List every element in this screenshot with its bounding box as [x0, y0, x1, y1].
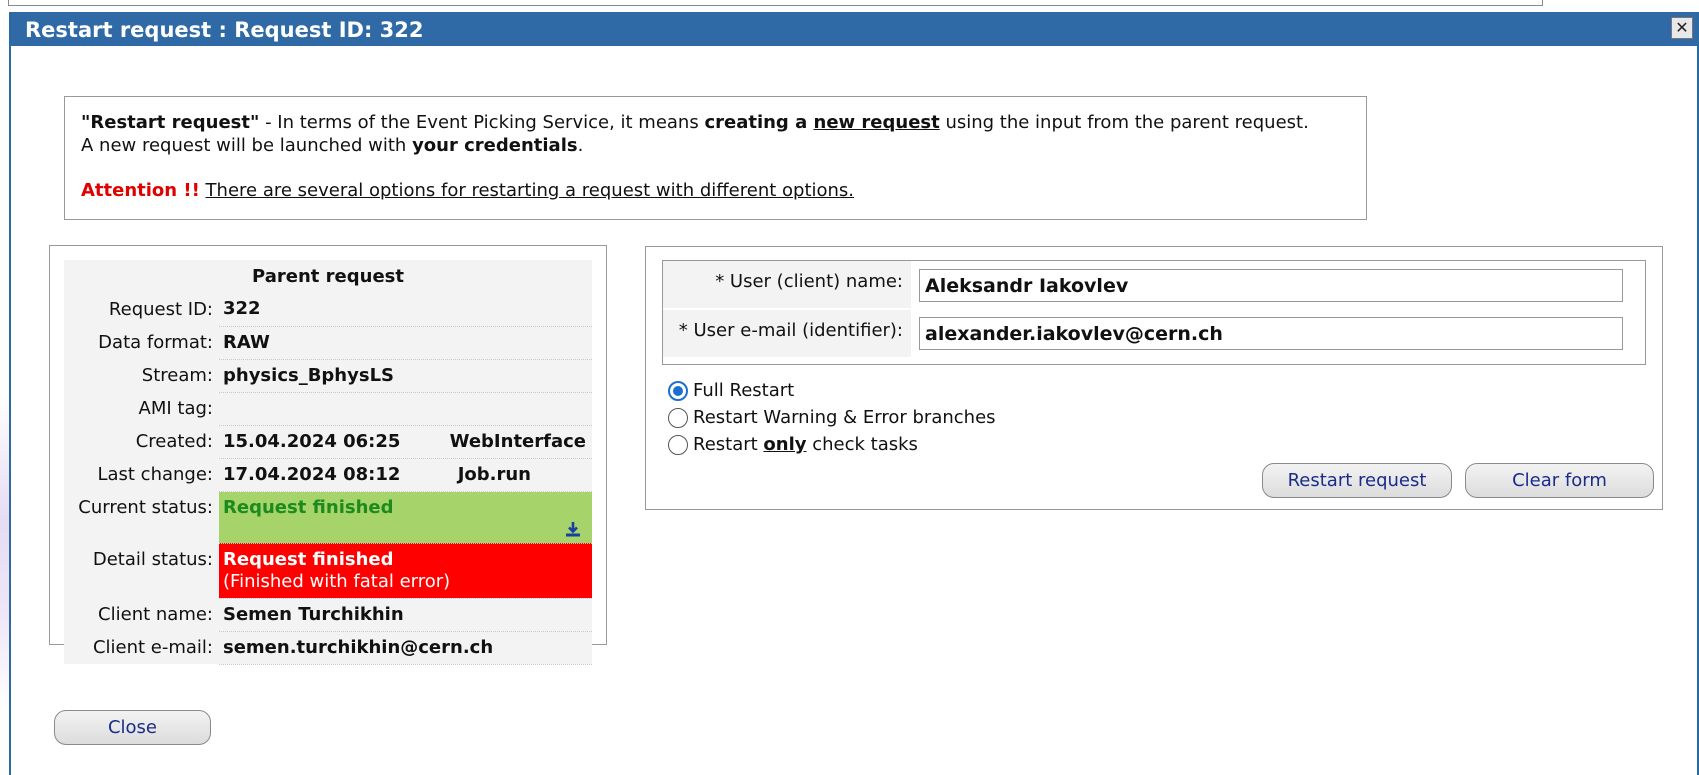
info-new-request: new request: [813, 112, 940, 133]
radio-check-tasks[interactable]: [668, 434, 688, 455]
last-change-label: Last change:: [64, 458, 219, 491]
option-check-tasks[interactable]: Restart only check tasks: [668, 431, 996, 458]
restart-request-button[interactable]: Restart request: [1262, 463, 1452, 498]
download-icon[interactable]: [564, 521, 582, 537]
option-check-c: check tasks: [806, 434, 918, 455]
data-format-value: RAW: [219, 326, 592, 360]
current-status-value: Request finished: [223, 496, 394, 518]
client-email-label: Client e-mail:: [64, 631, 219, 664]
user-email-label: * User e-mail (identifier):: [663, 310, 911, 357]
table-row: Client e-mail: semen.turchikhin@cern.ch: [64, 631, 592, 665]
radio-warning-error[interactable]: [668, 407, 688, 428]
last-change-value: 17.04.2024 08:12: [223, 463, 401, 485]
user-name-label: * User (client) name:: [663, 261, 911, 308]
user-email-input[interactable]: [919, 317, 1623, 350]
data-format-label: Data format:: [64, 326, 219, 359]
info-text-a: - In terms of the Event Picking Service,…: [259, 112, 705, 133]
user-fields-box: * User (client) name: * User e-mail (ide…: [662, 260, 1646, 365]
restart-request-dialog: Restart request : Request ID: 322 ✕ "Res…: [9, 12, 1699, 775]
client-email-value: semen.turchikhin@cern.ch: [219, 631, 592, 665]
table-row: Detail status: Request finished (Finishe…: [64, 543, 592, 599]
current-status-cell: Request finished: [219, 491, 592, 544]
request-id-label: Request ID:: [64, 293, 219, 326]
info-quote: "Restart request": [81, 112, 260, 133]
info-line2-a: A new request will be launched with: [81, 135, 413, 156]
restart-options: Full Restart Restart Warning & Error bra…: [668, 377, 996, 458]
close-button[interactable]: Close: [54, 710, 211, 745]
info-text-b: creating a: [704, 112, 814, 133]
option-check-a: Restart: [693, 434, 764, 455]
table-row: Request ID: 322: [64, 293, 592, 327]
table-row: Client name: Semen Turchikhin: [64, 598, 592, 632]
info-box: "Restart request" - In terms of the Even…: [64, 96, 1367, 220]
background-left-edge: [0, 12, 9, 775]
parent-request-header: Parent request: [64, 260, 592, 293]
table-row: Created: 15.04.2024 06:25 WebInterface: [64, 425, 592, 459]
option-warning-error-label: Restart Warning & Error branches: [693, 407, 996, 428]
ami-tag-value: [219, 392, 592, 426]
parent-request-panel: Parent request Request ID: 322 Data form…: [49, 245, 607, 665]
detail-status-value: Request finished: [223, 548, 394, 570]
info-line-1: "Restart request" - In terms of the Even…: [81, 111, 1350, 134]
user-email-row: * User e-mail (identifier):: [663, 310, 1645, 358]
detail-status-label: Detail status:: [64, 543, 219, 598]
option-full-restart[interactable]: Full Restart: [668, 377, 996, 404]
stream-label: Stream:: [64, 359, 219, 392]
option-check-only: only: [763, 434, 807, 455]
background-input-box: [8, 0, 1543, 6]
request-id-value: 322: [219, 293, 592, 327]
option-warning-error[interactable]: Restart Warning & Error branches: [668, 404, 996, 431]
attention-text: There are several options for restarting…: [205, 180, 855, 201]
restart-form-panel: * User (client) name: * User e-mail (ide…: [645, 246, 1663, 510]
client-name-label: Client name:: [64, 598, 219, 631]
created-cell: 15.04.2024 06:25 WebInterface: [219, 425, 592, 459]
parent-request-table: Parent request Request ID: 322 Data form…: [64, 260, 592, 665]
option-check-tasks-label: Restart only check tasks: [693, 431, 918, 458]
table-row: Last change: 17.04.2024 08:12 Job.run: [64, 458, 592, 492]
detail-status-cell: Request finished (Finished with fatal er…: [219, 543, 592, 599]
info-line2-c: .: [577, 135, 584, 156]
table-row: Current status: Request finished: [64, 491, 592, 544]
info-credentials: your credentials: [412, 135, 578, 156]
last-change-source: Job.run: [457, 463, 531, 485]
created-label: Created:: [64, 425, 219, 458]
info-attention-line: Attention !! There are several options f…: [81, 179, 1350, 202]
option-full-restart-label: Full Restart: [693, 380, 795, 401]
table-row: Data format: RAW: [64, 326, 592, 360]
current-status-label: Current status:: [64, 491, 219, 543]
table-row: AMI tag:: [64, 392, 592, 426]
client-name-value: Semen Turchikhin: [219, 598, 592, 632]
user-name-row: * User (client) name:: [663, 261, 1645, 309]
ami-tag-label: AMI tag:: [64, 392, 219, 425]
dialog-titlebar: Restart request : Request ID: 322 ✕: [11, 12, 1697, 46]
created-source: WebInterface: [449, 430, 586, 452]
dialog-title: Restart request : Request ID: 322: [25, 18, 424, 42]
table-row: Stream: physics_BphysLS: [64, 359, 592, 393]
background-decoration: [0, 392, 9, 712]
stream-value: physics_BphysLS: [219, 359, 592, 393]
info-text-d: using the input from the parent request.: [939, 112, 1309, 133]
dialog-close-icon[interactable]: ✕: [1671, 17, 1693, 39]
created-value: 15.04.2024 06:25: [223, 430, 401, 452]
clear-form-button[interactable]: Clear form: [1465, 463, 1654, 498]
radio-full-restart[interactable]: [668, 380, 688, 401]
detail-status-sub: (Finished with fatal error): [223, 570, 451, 592]
last-change-cell: 17.04.2024 08:12 Job.run: [219, 458, 592, 492]
attention-label: Attention !!: [81, 180, 200, 201]
info-line-2: A new request will be launched with your…: [81, 134, 1350, 157]
user-name-input[interactable]: [919, 269, 1623, 302]
